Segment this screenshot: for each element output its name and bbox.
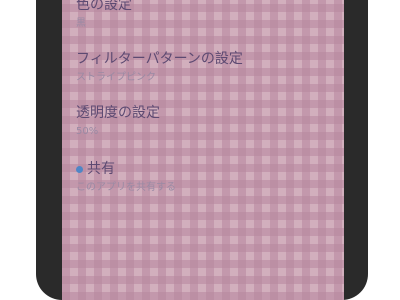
filter-pattern-summary: ストライプピンク [76, 72, 156, 83]
share-summary: このアプリを共有する [76, 182, 176, 193]
share-dot-icon [76, 165, 83, 173]
color-setting-summary: 黒 [76, 18, 86, 29]
share-row: 共有 [76, 160, 330, 178]
color-setting[interactable]: 色の設定 黒 [76, 0, 330, 31]
share-setting[interactable]: 共有 このアプリを共有する [76, 160, 330, 195]
opacity-setting[interactable]: 透明度の設定 50% [76, 104, 330, 139]
opacity-summary: 50% [76, 126, 99, 137]
color-setting-title: 色の設定 [76, 0, 132, 13]
opacity-title: 透明度の設定 [76, 105, 160, 121]
filter-pattern-setting[interactable]: フィルターパターンの設定 ストライプピンク [76, 50, 330, 85]
filter-pattern-title: フィルターパターンの設定 [76, 51, 243, 67]
share-title: 共有 [87, 161, 115, 177]
settings-screen: 色の設定 黒 フィルターパターンの設定 ストライプピンク 透明度の設定 50% … [62, 0, 344, 300]
